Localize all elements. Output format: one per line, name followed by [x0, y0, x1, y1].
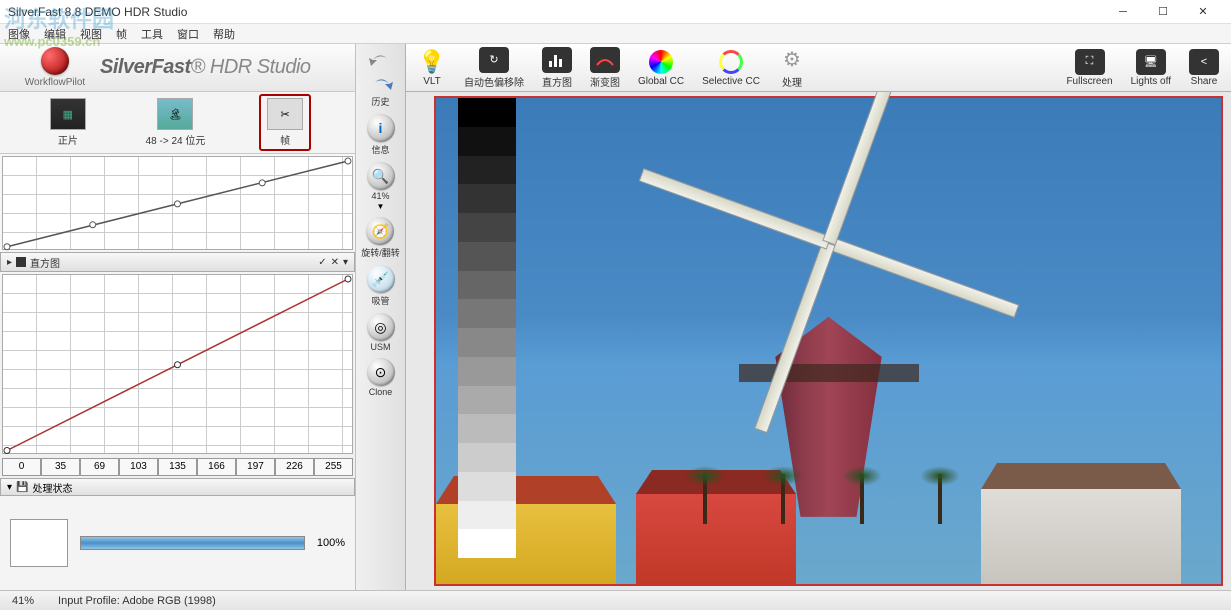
hist-val-5[interactable]: 166 — [197, 458, 236, 476]
workflow-pilot-button[interactable]: WorkflowPilot — [10, 47, 100, 88]
selectivecc-button[interactable]: Selective CC — [702, 49, 760, 87]
progress-percent: 100% — [317, 537, 345, 549]
minimize-button[interactable]: ─ — [1103, 1, 1143, 23]
status-zoom: 41% — [12, 595, 34, 607]
status-bar: 41% Input Profile: Adobe RGB (1998) — [0, 590, 1231, 610]
gradient-icon — [590, 47, 620, 73]
menu-view[interactable]: 视图 — [80, 26, 102, 42]
hist-val-3[interactable]: 103 — [119, 458, 158, 476]
zoom-button[interactable]: 🔍41%▼ — [365, 160, 397, 213]
hist-val-0[interactable]: 0 — [2, 458, 41, 476]
expand-icon[interactable]: ▸ — [7, 257, 12, 268]
menu-edit[interactable]: 编辑 — [44, 26, 66, 42]
photo-icon: 🏝 — [157, 98, 193, 130]
status-profile: Input Profile: Adobe RGB (1998) — [58, 595, 216, 607]
autocolor-button[interactable]: ↻自动色偏移除 — [464, 47, 524, 89]
clone-icon: ⊙ — [367, 358, 395, 386]
hist-val-2[interactable]: 69 — [80, 458, 119, 476]
zoom-icon: 🔍 — [367, 162, 395, 190]
progress-bar — [80, 536, 305, 550]
fullscreen-button[interactable]: ⛶Fullscreen — [1066, 49, 1112, 87]
preview-image[interactable] — [434, 96, 1223, 586]
menu-bar: 图像 编辑 视图 帧 工具 窗口 帮助 — [0, 24, 1231, 44]
workflow-pilot-label: WorkflowPilot — [25, 77, 85, 88]
disk-icon: 💾 — [16, 482, 28, 493]
lightsoff-button[interactable]: 🖥Lights off — [1131, 49, 1171, 87]
hist-val-1[interactable]: 35 — [41, 458, 80, 476]
undo-button[interactable] — [367, 50, 395, 72]
frame-icon: ✂ — [267, 98, 303, 130]
workflow-pilot-icon — [41, 47, 69, 75]
histogram-swatch-icon — [16, 257, 26, 267]
canvas-area[interactable] — [406, 92, 1231, 590]
process-button[interactable]: ⚙处理 — [778, 47, 806, 89]
process-header[interactable]: ▾ 💾 处理状态 — [0, 478, 355, 496]
check-icon[interactable]: ✓ — [318, 257, 326, 268]
gradient-button[interactable]: 渐变图 — [590, 47, 620, 89]
mode-bits[interactable]: 🏝 48 -> 24 位元 — [140, 96, 212, 149]
left-panel: WorkflowPilot SilverFast® HDR Studio ▦ 正… — [0, 44, 356, 590]
picker-button[interactable]: 💉吸管 — [365, 263, 397, 309]
info-button[interactable]: i信息 — [365, 112, 397, 158]
window-title: SilverFast 8.8 DEMO HDR Studio — [8, 5, 1103, 19]
curve-panel-large[interactable] — [2, 274, 353, 454]
process-label: 处理状态 — [32, 480, 72, 495]
histogram-button[interactable]: 直方图 — [542, 47, 572, 89]
brand-text: SilverFast® HDR Studio — [100, 56, 311, 79]
usm-button[interactable]: ◎USM — [365, 311, 397, 354]
top-toolbar: 💡VLT ↻自动色偏移除 直方图 渐变图 Global CC Selective… — [406, 44, 1231, 92]
compass-icon: 🧭 — [366, 217, 394, 245]
menu-icon[interactable]: ▾ — [343, 257, 348, 268]
gears-icon: ⚙ — [778, 47, 806, 73]
main-panel: 💡VLT ↻自动色偏移除 直方图 渐变图 Global CC Selective… — [406, 44, 1231, 590]
globalcc-button[interactable]: Global CC — [638, 49, 684, 87]
hist-val-4[interactable]: 135 — [158, 458, 197, 476]
menu-window[interactable]: 窗口 — [177, 26, 199, 42]
autocolor-icon: ↻ — [479, 47, 509, 73]
menu-help[interactable]: 帮助 — [213, 26, 235, 42]
menu-image[interactable]: 图像 — [8, 26, 30, 42]
tool-column: 历史 i信息 🔍41%▼ 🧭旋转/翻转 💉吸管 ◎USM ⊙Clone — [356, 44, 406, 590]
histogram-label: 直方图 — [30, 255, 60, 270]
close-button[interactable]: ✕ — [1183, 1, 1223, 23]
rotate-button[interactable]: 🧭旋转/翻转 — [359, 215, 402, 261]
colorwheel-icon — [647, 49, 675, 75]
histogram-icon — [542, 47, 572, 73]
usm-icon: ◎ — [367, 313, 395, 341]
curve-panel-small[interactable] — [2, 156, 353, 250]
menu-frame[interactable]: 帧 — [116, 26, 127, 42]
hist-val-7[interactable]: 226 — [275, 458, 314, 476]
reset-icon[interactable]: ✕ — [331, 257, 339, 268]
grayscale-strip — [458, 98, 516, 558]
share-icon: < — [1189, 49, 1219, 75]
vlt-button[interactable]: 💡VLT — [418, 49, 446, 87]
maximize-button[interactable]: ☐ — [1143, 1, 1183, 23]
histogram-values: 0 35 69 103 135 166 197 226 255 — [2, 458, 353, 476]
history-button[interactable]: 历史 — [367, 74, 395, 110]
eyedropper-icon: 💉 — [367, 265, 395, 293]
histogram-header[interactable]: ▸ 直方图 ✓ ✕ ▾ — [0, 252, 355, 272]
mode-positive[interactable]: ▦ 正片 — [44, 96, 92, 149]
title-bar: SilverFast 8.8 DEMO HDR Studio ─ ☐ ✕ — [0, 0, 1231, 24]
monitor-icon: 🖥 — [1136, 49, 1166, 75]
menu-tools[interactable]: 工具 — [141, 26, 163, 42]
info-icon: i — [367, 114, 395, 142]
palms-graphic — [672, 454, 986, 524]
process-thumbnail[interactable] — [10, 519, 68, 567]
selective-icon — [717, 49, 745, 75]
filmstrip-icon: ▦ — [50, 98, 86, 130]
fullscreen-icon: ⛶ — [1075, 49, 1105, 75]
hist-val-8[interactable]: 255 — [314, 458, 353, 476]
share-button[interactable]: <Share — [1189, 49, 1219, 87]
bulb-icon: 💡 — [418, 49, 446, 75]
hist-val-6[interactable]: 197 — [236, 458, 275, 476]
brand-row: WorkflowPilot SilverFast® HDR Studio — [0, 44, 355, 92]
expand-icon[interactable]: ▾ — [7, 482, 12, 493]
process-panel: 100% — [0, 496, 355, 590]
mode-panel: ▦ 正片 🏝 48 -> 24 位元 ✂ 帧 — [0, 92, 355, 154]
clone-button[interactable]: ⊙Clone — [365, 356, 397, 399]
mode-frame[interactable]: ✂ 帧 — [259, 94, 311, 151]
